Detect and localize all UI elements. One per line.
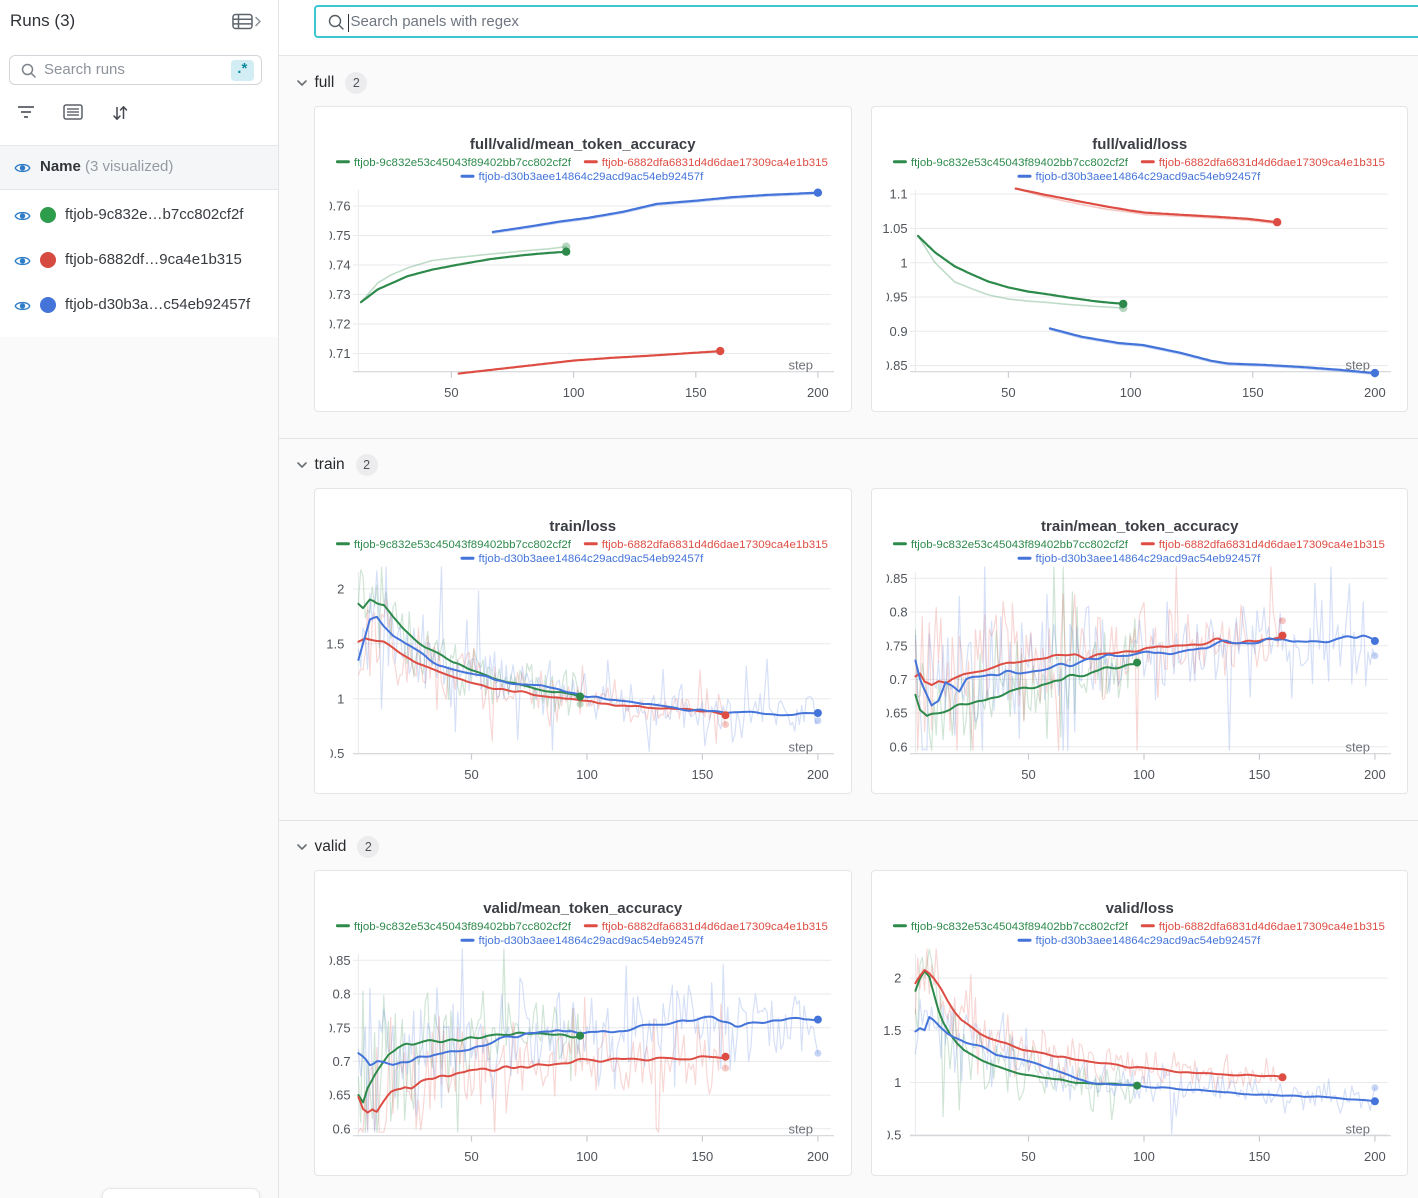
svg-text:valid/loss: valid/loss: [1105, 900, 1173, 917]
svg-text:ftjob-6882dfa6831d4d6dae17309c: ftjob-6882dfa6831d4d6dae17309ca4e1b315: [602, 921, 828, 933]
svg-text:200: 200: [1364, 384, 1386, 399]
svg-text:ftjob-6882dfa6831d4d6dae17309c: ftjob-6882dfa6831d4d6dae17309ca4e1b315: [602, 538, 828, 550]
svg-text:step: step: [1345, 739, 1370, 754]
svg-text:0.6: 0.6: [889, 739, 907, 754]
svg-text:ftjob-9c832e53c45043f89402bb7c: ftjob-9c832e53c45043f89402bb7cc802cf2f: [354, 921, 572, 933]
svg-text:1: 1: [900, 255, 907, 270]
svg-text:200: 200: [1364, 1149, 1386, 1164]
svg-text:50: 50: [444, 384, 458, 399]
svg-text:0.8: 0.8: [889, 604, 907, 619]
svg-text:100: 100: [1119, 384, 1141, 399]
svg-text:150: 150: [1248, 1149, 1270, 1164]
svg-text:step: step: [788, 357, 813, 372]
svg-text:0.7: 0.7: [889, 672, 907, 687]
svg-text:ftjob-6882dfa6831d4d6dae17309c: ftjob-6882dfa6831d4d6dae17309ca4e1b315: [1158, 538, 1384, 550]
svg-text:step: step: [1345, 357, 1370, 372]
svg-text:50: 50: [464, 767, 478, 782]
svg-text:ftjob-9c832e53c45043f89402bb7c: ftjob-9c832e53c45043f89402bb7cc802cf2f: [354, 156, 572, 168]
svg-text:50: 50: [464, 1149, 478, 1164]
svg-text:50: 50: [1021, 767, 1035, 782]
svg-text:150: 150: [1241, 384, 1263, 399]
svg-text:100: 100: [563, 384, 585, 399]
svg-text:0.8: 0.8: [333, 986, 351, 1001]
svg-text:ftjob-d30b3aee14864c29acd9ac54: ftjob-d30b3aee14864c29acd9ac54eb92457f: [1035, 171, 1261, 183]
svg-text:step: step: [788, 1121, 813, 1136]
svg-text:1.5: 1.5: [326, 636, 344, 651]
svg-text:train/loss: train/loss: [549, 518, 616, 535]
svg-text:ftjob-6882dfa6831d4d6dae17309c: ftjob-6882dfa6831d4d6dae17309ca4e1b315: [1158, 156, 1384, 168]
svg-text:150: 150: [685, 384, 707, 399]
svg-text:100: 100: [576, 767, 598, 782]
svg-text:train/mean_token_accuracy: train/mean_token_accuracy: [1041, 518, 1239, 535]
svg-text:1: 1: [337, 691, 344, 706]
svg-text:1: 1: [894, 1075, 901, 1090]
svg-text:ftjob-9c832e53c45043f89402bb7c: ftjob-9c832e53c45043f89402bb7cc802cf2f: [910, 156, 1128, 168]
svg-text:1.1: 1.1: [889, 186, 907, 201]
svg-text:50: 50: [1021, 1149, 1035, 1164]
svg-text:2: 2: [337, 581, 344, 596]
svg-text:valid/mean_token_accuracy: valid/mean_token_accuracy: [483, 900, 683, 917]
svg-text:ftjob-d30b3aee14864c29acd9ac54: ftjob-d30b3aee14864c29acd9ac54eb92457f: [479, 171, 705, 183]
svg-text:200: 200: [807, 1149, 829, 1164]
svg-text:1.05: 1.05: [882, 220, 907, 235]
svg-text:step: step: [788, 739, 813, 754]
svg-text:0.7: 0.7: [333, 1054, 351, 1069]
svg-text:full/valid/mean_token_accuracy: full/valid/mean_token_accuracy: [470, 135, 696, 152]
svg-text:0.9: 0.9: [889, 323, 907, 338]
svg-text:ftjob-9c832e53c45043f89402bb7c: ftjob-9c832e53c45043f89402bb7cc802cf2f: [910, 921, 1128, 933]
svg-text:200: 200: [807, 767, 829, 782]
svg-text:ftjob-d30b3aee14864c29acd9ac54: ftjob-d30b3aee14864c29acd9ac54eb92457f: [479, 553, 705, 565]
svg-text:ftjob-9c832e53c45043f89402bb7c: ftjob-9c832e53c45043f89402bb7cc802cf2f: [910, 538, 1128, 550]
svg-text:150: 150: [692, 1149, 714, 1164]
svg-text:100: 100: [1133, 1149, 1155, 1164]
svg-text:2: 2: [894, 971, 901, 986]
svg-text:200: 200: [1364, 767, 1386, 782]
svg-text:1.5: 1.5: [883, 1023, 901, 1038]
svg-text:0.6: 0.6: [333, 1121, 351, 1136]
svg-text:200: 200: [807, 384, 829, 399]
svg-text:full/valid/loss: full/valid/loss: [1092, 135, 1187, 152]
svg-text:50: 50: [1001, 384, 1015, 399]
svg-text:100: 100: [1133, 767, 1155, 782]
svg-text:step: step: [1345, 1121, 1370, 1136]
svg-text:150: 150: [692, 767, 714, 782]
svg-text:ftjob-6882dfa6831d4d6dae17309c: ftjob-6882dfa6831d4d6dae17309ca4e1b315: [1158, 921, 1384, 933]
svg-text:ftjob-9c832e53c45043f89402bb7c: ftjob-9c832e53c45043f89402bb7cc802cf2f: [354, 538, 572, 550]
svg-text:150: 150: [1248, 767, 1270, 782]
svg-text:ftjob-d30b3aee14864c29acd9ac54: ftjob-d30b3aee14864c29acd9ac54eb92457f: [479, 935, 705, 947]
svg-text:ftjob-d30b3aee14864c29acd9ac54: ftjob-d30b3aee14864c29acd9ac54eb92457f: [1035, 935, 1261, 947]
svg-text:ftjob-d30b3aee14864c29acd9ac54: ftjob-d30b3aee14864c29acd9ac54eb92457f: [1035, 553, 1261, 565]
svg-text:ftjob-6882dfa6831d4d6dae17309c: ftjob-6882dfa6831d4d6dae17309ca4e1b315: [602, 156, 828, 168]
svg-text:100: 100: [576, 1149, 598, 1164]
